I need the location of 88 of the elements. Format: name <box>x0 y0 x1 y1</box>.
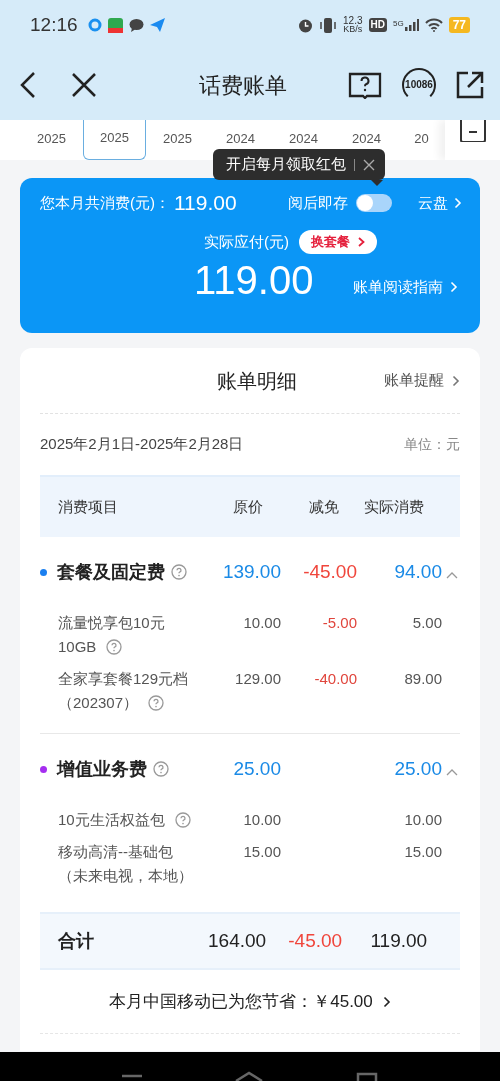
total-actual: 119.00 <box>369 928 428 953</box>
item-name: 10元生活权益包 <box>58 810 165 830</box>
page-title: 话费账单 <box>199 71 287 100</box>
bill-reminder-link[interactable]: 账单提醒 <box>384 369 460 392</box>
calendar-icon <box>459 120 486 142</box>
total-original: 164.00 <box>208 928 267 953</box>
category-original: 139.00 <box>221 559 281 584</box>
item-original: 10.00 <box>242 810 281 830</box>
link-text: 账单阅读指南 <box>353 276 443 297</box>
category-name: 套餐及固定费 <box>57 560 165 584</box>
category-name: 增值业务费 <box>57 757 147 781</box>
column-header: 消费项目 <box>58 496 119 517</box>
item-name: 全家享套餐129元档 <box>58 669 189 689</box>
vibrate-icon <box>319 17 338 33</box>
chevron-right-icon <box>358 237 365 247</box>
item-original: 15.00 <box>242 842 281 862</box>
back-icon <box>20 71 36 99</box>
item-original: 129.00 <box>234 669 281 689</box>
detail-title: 账单明细 <box>217 368 297 394</box>
link-text: 账单提醒 <box>384 370 444 391</box>
share-icon <box>456 71 484 99</box>
payable-amount: 119.00 <box>194 257 314 304</box>
item-name: （202307） <box>58 693 139 713</box>
auto-save-toggle[interactable] <box>356 194 392 212</box>
status-time: 12:16 <box>30 12 78 37</box>
hd-badge: HD <box>368 18 387 32</box>
item-name: 移动高清--基础包 <box>58 842 173 862</box>
item-name: 流量悦享包10元 <box>58 613 165 633</box>
category-original: 25.00 <box>232 756 281 781</box>
billing-period: 2025年2月1日-2025年2月28日 <box>40 434 244 455</box>
speed-value: 12.3 <box>343 16 363 25</box>
total-label: 您本月共消费(元)： <box>40 192 170 213</box>
chevron-right-icon <box>452 374 460 387</box>
help-icon <box>171 564 187 580</box>
unit-label: 单位：元 <box>404 435 460 454</box>
tooltip-close-button[interactable] <box>363 158 375 171</box>
battery-indicator: 77 <box>448 17 470 33</box>
column-header: 减免 <box>308 496 339 517</box>
total-discount: -45.00 <box>287 928 343 953</box>
alarm-icon <box>298 17 314 33</box>
book-question-icon <box>348 71 382 99</box>
item-discount: -5.00 <box>321 613 357 633</box>
item-name: 10GB <box>58 637 97 657</box>
category-actual: 94.00 <box>393 559 442 584</box>
signal-icon <box>404 19 419 31</box>
item-actual: 89.00 <box>403 669 442 689</box>
chevron-right-icon <box>454 197 462 209</box>
help-icon <box>153 761 169 777</box>
column-header: 实际消费 <box>363 496 424 517</box>
item-actual: 15.00 <box>403 842 442 862</box>
savings-link[interactable]: 本月中国移动已为您节省：￥45.00 <box>40 970 460 1034</box>
app-icon <box>107 17 123 33</box>
share-button[interactable] <box>456 71 484 99</box>
network-type: 5G <box>392 19 404 28</box>
send-icon <box>149 18 165 32</box>
savings-text: 本月中国移动已为您节省：￥45.00 <box>109 990 373 1013</box>
chevron-up-icon[interactable] <box>446 571 458 579</box>
close-icon <box>363 158 375 171</box>
home-icon[interactable] <box>234 1071 264 1081</box>
month-tab[interactable]: 20 <box>398 120 445 160</box>
month-tab[interactable]: 2025 <box>146 120 209 160</box>
tooltip-text: 开启每月领取红包 <box>226 154 346 175</box>
chat-icon <box>128 18 144 32</box>
month-tab[interactable]: 2025 <box>20 120 83 160</box>
item-original: 10.00 <box>242 613 281 633</box>
month-tab[interactable]: 2025 <box>83 120 146 160</box>
change-plan-button[interactable]: 换套餐 <box>299 230 377 254</box>
back-icon[interactable] <box>354 1071 380 1081</box>
auto-save-label: 阅后即存 <box>288 192 348 213</box>
chevron-up-icon[interactable] <box>446 768 458 776</box>
help-guide-button[interactable] <box>348 71 382 99</box>
column-header: 原价 <box>232 496 263 517</box>
chevron-right-icon <box>450 280 458 293</box>
item-discount: -40.00 <box>313 669 357 689</box>
close-icon <box>71 72 97 98</box>
chevron-right-icon <box>382 995 391 1008</box>
item-name: （未来电视，本地） <box>58 866 193 886</box>
total-row-label: 合计 <box>58 929 95 953</box>
wifi-icon <box>424 18 443 32</box>
category-discount: -45.00 <box>302 559 357 584</box>
category-actual: 25.00 <box>393 756 442 781</box>
app-icon <box>87 18 102 32</box>
item-actual: 5.00 <box>411 613 442 633</box>
speed-unit: KB/s <box>343 25 363 34</box>
link-text: 云盘 <box>418 192 448 213</box>
total-amount: 119.00 <box>174 190 237 217</box>
item-actual: 10.00 <box>403 810 442 830</box>
payable-label: 实际应付(元) <box>204 231 289 252</box>
